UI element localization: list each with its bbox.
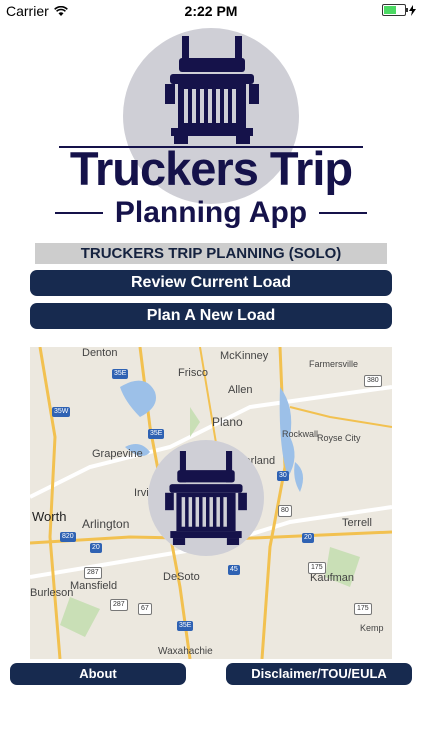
highway-shield: 67 (138, 603, 152, 615)
battery-icon (382, 4, 408, 16)
map-place-label: Waxahachie (158, 646, 213, 657)
status-time: 2:22 PM (184, 3, 238, 19)
map-place-label: Worth (32, 509, 67, 524)
highway-shield: 30 (277, 471, 289, 481)
highway-shield: 287 (110, 599, 128, 611)
map-place-label: Rockwall (282, 429, 319, 439)
map-place-label: Farmersville (309, 359, 359, 369)
map-place-label: Mansfield (70, 580, 118, 592)
map-place-label: Frisco (178, 367, 208, 379)
map-place-label: Kemp (360, 623, 384, 633)
highway-shield: 35E (112, 369, 129, 379)
truck-icon (165, 36, 259, 144)
highway-shield: 35E (177, 621, 194, 631)
highway-shield: 20 (90, 543, 102, 553)
charging-bolt-icon (409, 4, 416, 16)
page-heading: TRUCKERS TRIP PLANNING (SOLO) (35, 243, 387, 264)
about-button[interactable]: About (10, 663, 186, 685)
highway-shield: 380 (364, 375, 382, 387)
map-place-label: Burleson (30, 587, 74, 599)
plan-new-load-button[interactable]: Plan A New Load (30, 303, 392, 329)
highway-shield: 287 (84, 567, 102, 579)
highway-shield: 20 (302, 533, 314, 543)
highway-shield: 175 (308, 562, 326, 574)
map-place-label: DeSoto (163, 571, 200, 583)
map-place-label: Terrell (342, 517, 372, 529)
map-place-label: McKinney (220, 350, 269, 362)
highway-shield: 45 (228, 565, 240, 575)
map-place-label: Denton (82, 347, 118, 359)
map-place-label: Plano (212, 415, 243, 429)
logo-title: Truckers Trip (69, 142, 353, 195)
disclaimer-button[interactable]: Disclaimer/TOU/EULA (226, 663, 412, 685)
logo-rule-right (319, 212, 367, 214)
highway-shield: 80 (278, 505, 292, 517)
status-right (382, 4, 416, 16)
highway-shield: 35E (148, 429, 165, 439)
highway-shield: 35W (52, 407, 71, 417)
map-place-label: Royse City (317, 433, 361, 443)
status-bar: Carrier 2:22 PM (0, 0, 422, 22)
battery-fill (384, 6, 396, 14)
map-place-label: Grapevine (92, 448, 143, 460)
map-truck-icon (165, 451, 247, 545)
app-logo: Truckers Trip Planning App (53, 28, 369, 236)
review-current-load-button[interactable]: Review Current Load (30, 270, 392, 296)
map-place-label: Arlington (82, 517, 130, 531)
map-view[interactable]: Denton McKinney Farmersville Frisco Alle… (30, 347, 392, 659)
highway-shield: 820 (60, 532, 76, 542)
highway-shield: 175 (354, 603, 372, 615)
map-place-label: Allen (228, 384, 253, 396)
